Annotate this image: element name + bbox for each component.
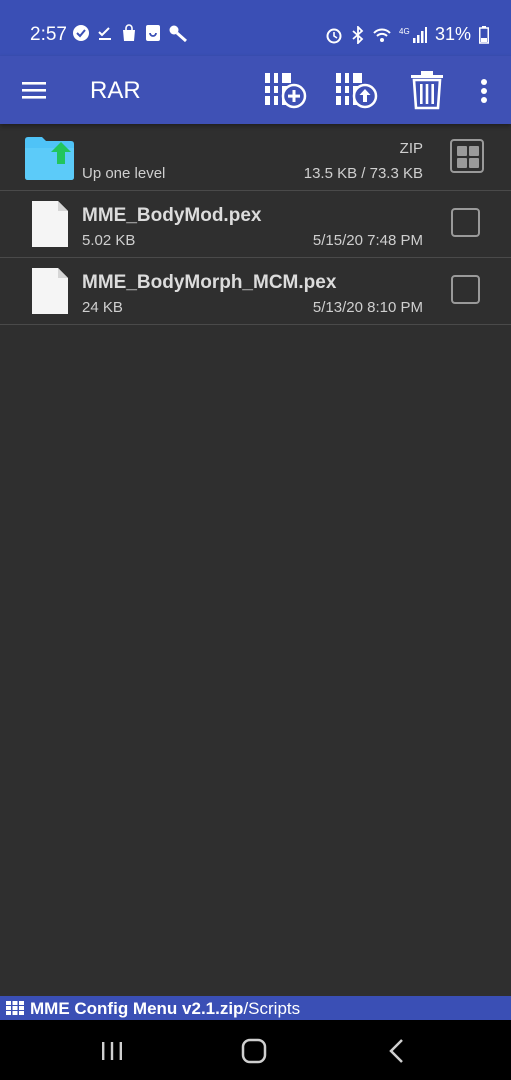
archive-path: MME Config Menu v2.1.zip/Scripts bbox=[30, 999, 300, 1019]
grid-cell bbox=[457, 158, 467, 168]
app-title: RAR bbox=[90, 77, 141, 104]
bluetooth-icon bbox=[352, 25, 364, 44]
folder-up-icon bbox=[25, 137, 74, 180]
file-checkbox[interactable] bbox=[451, 275, 480, 304]
notification-icons bbox=[72, 24, 188, 42]
system-navigation-bar bbox=[0, 1020, 511, 1080]
svg-text:4G: 4G bbox=[399, 27, 410, 36]
more-options-icon[interactable] bbox=[472, 74, 496, 108]
file-row[interactable]: MME_BodyMod.pex 5.02 KB 5/15/20 7:48 PM bbox=[0, 191, 511, 258]
shopping-bag-icon bbox=[123, 24, 135, 41]
system-status-icons: 4G 31% bbox=[325, 24, 489, 45]
select-all-grid-button[interactable] bbox=[450, 139, 484, 173]
file-icon bbox=[32, 201, 68, 247]
file-name: MME_BodyMorph_MCM.pex bbox=[82, 272, 337, 293]
checklist-icon bbox=[98, 27, 111, 40]
file-icon bbox=[32, 268, 68, 314]
app-toolbar: RAR bbox=[0, 56, 511, 124]
home-icon[interactable] bbox=[241, 1038, 267, 1064]
file-size: 24 KB bbox=[82, 299, 123, 316]
grid-cell bbox=[457, 146, 467, 156]
archive-subpath: /Scripts bbox=[243, 999, 301, 1018]
alarm-icon bbox=[326, 28, 342, 43]
verified-check-icon bbox=[73, 25, 89, 41]
file-row[interactable]: MME_BodyMorph_MCM.pex 24 KB 5/13/20 8:10… bbox=[0, 258, 511, 325]
add-to-archive-icon[interactable] bbox=[262, 70, 308, 110]
file-checkbox[interactable] bbox=[451, 208, 480, 237]
file-name: MME_BodyMod.pex bbox=[82, 205, 262, 226]
battery-icon bbox=[479, 25, 489, 44]
status-bar: 2:57 4G 31% bbox=[0, 0, 511, 56]
archive-size-label: 13.5 KB / 73.3 KB bbox=[303, 165, 423, 182]
file-size: 5.02 KB bbox=[82, 232, 136, 249]
delete-icon[interactable] bbox=[409, 70, 445, 110]
menu-icon[interactable] bbox=[18, 74, 50, 106]
key-icon bbox=[169, 25, 187, 42]
file-date: 5/13/20 8:10 PM bbox=[312, 299, 423, 316]
up-one-level-label: Up one level bbox=[82, 165, 166, 182]
archive-type-label: ZIP bbox=[399, 140, 423, 157]
archive-icon bbox=[6, 1001, 24, 1015]
message-icon bbox=[146, 25, 160, 41]
archive-name: MME Config Menu v2.1.zip bbox=[30, 999, 244, 1018]
file-date: 5/15/20 7:48 PM bbox=[312, 232, 423, 249]
archive-path-bar[interactable]: MME Config Menu v2.1.zip/Scripts bbox=[0, 996, 511, 1020]
grid-cell bbox=[469, 146, 479, 156]
battery-percent: 31% bbox=[434, 24, 471, 44]
lte-signal-icon: 4G bbox=[399, 26, 427, 43]
grid-cell bbox=[469, 158, 479, 168]
recent-apps-icon[interactable] bbox=[100, 1040, 124, 1062]
up-one-level-row[interactable]: Up one level ZIP 13.5 KB / 73.3 KB bbox=[0, 124, 511, 191]
extract-icon[interactable] bbox=[333, 70, 379, 110]
back-icon[interactable] bbox=[386, 1038, 408, 1064]
wifi-icon bbox=[373, 28, 391, 42]
status-time: 2:57 bbox=[30, 24, 67, 45]
